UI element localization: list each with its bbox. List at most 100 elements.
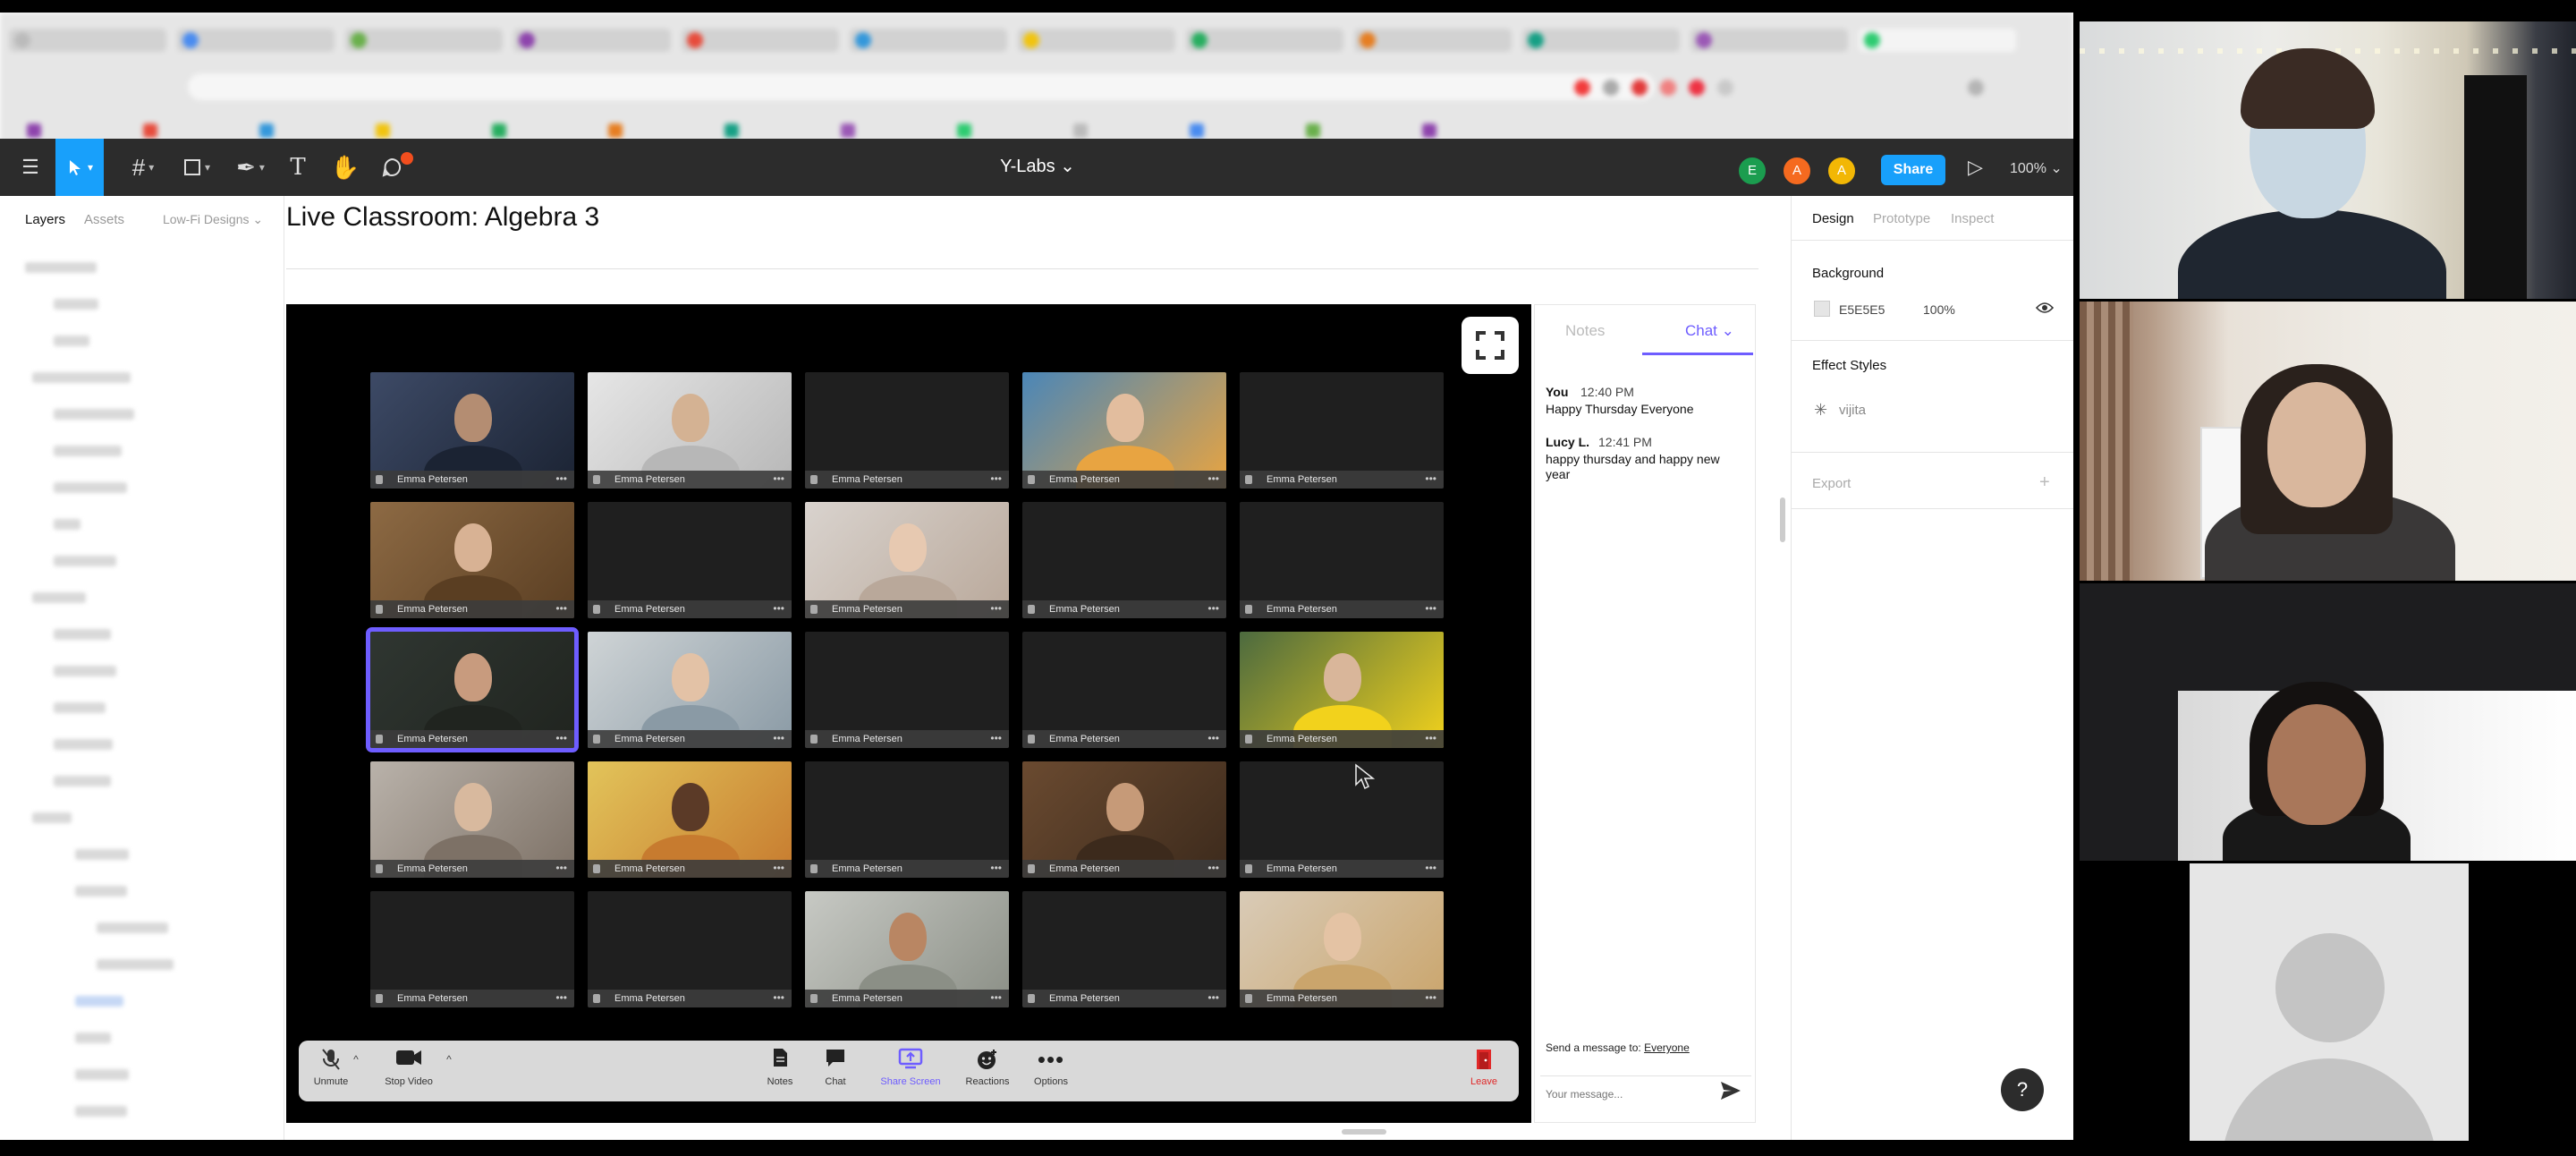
layer-row[interactable] bbox=[32, 812, 72, 823]
layer-row[interactable] bbox=[25, 262, 97, 273]
browser-tab[interactable] bbox=[1186, 29, 1343, 52]
tile-options-icon[interactable]: ••• bbox=[990, 472, 1002, 485]
collaborator-avatar[interactable]: E bbox=[1737, 156, 1767, 186]
tab-design[interactable]: Design bbox=[1812, 211, 1854, 226]
canvas-scrollbar[interactable] bbox=[1780, 497, 1785, 542]
tile-options-icon[interactable]: ••• bbox=[990, 991, 1002, 1004]
tile-options-icon[interactable]: ••• bbox=[1208, 991, 1219, 1004]
move-tool-icon[interactable]: ▾ bbox=[55, 139, 104, 196]
collaborator-avatar[interactable]: A bbox=[1826, 156, 1857, 186]
participant-tile[interactable]: Emma Petersen ••• bbox=[370, 502, 574, 618]
tile-options-icon[interactable]: ••• bbox=[773, 991, 784, 1004]
tab-chat[interactable]: Chat ⌄ bbox=[1685, 322, 1734, 340]
layer-row[interactable] bbox=[54, 409, 134, 420]
tile-options-icon[interactable]: ••• bbox=[555, 472, 567, 485]
participant-tile[interactable]: Emma Petersen ••• bbox=[1240, 891, 1444, 1007]
layer-row[interactable] bbox=[54, 739, 113, 750]
extension-icon[interactable] bbox=[1574, 80, 1590, 96]
browser-tab[interactable] bbox=[513, 29, 671, 52]
layer-row[interactable] bbox=[32, 372, 131, 383]
tab-assets[interactable]: Assets bbox=[84, 212, 124, 227]
layer-row[interactable] bbox=[97, 959, 174, 970]
notes-button[interactable]: Notes bbox=[758, 1041, 801, 1101]
background-opacity-value[interactable]: 100% bbox=[1923, 302, 1955, 317]
send-to-selector[interactable]: Send a message to: Everyone bbox=[1546, 1041, 1690, 1054]
tile-options-icon[interactable]: ••• bbox=[1425, 732, 1436, 744]
tile-options-icon[interactable]: ••• bbox=[1208, 732, 1219, 744]
extension-icon[interactable] bbox=[1689, 80, 1705, 96]
audio-options-caret[interactable]: ^ bbox=[349, 1053, 363, 1071]
main-menu-icon[interactable]: ☰ bbox=[13, 139, 48, 196]
tile-options-icon[interactable]: ••• bbox=[990, 862, 1002, 874]
layer-row[interactable] bbox=[54, 482, 127, 493]
reactions-button[interactable]: Reactions bbox=[961, 1041, 1014, 1101]
bookmark-item[interactable] bbox=[1306, 123, 1327, 139]
bookmark-item[interactable] bbox=[1422, 123, 1444, 139]
chat-button[interactable]: Chat bbox=[814, 1041, 857, 1101]
browser-tab[interactable] bbox=[177, 29, 335, 52]
unmute-button[interactable]: Unmute bbox=[308, 1041, 354, 1101]
bookmark-item[interactable] bbox=[376, 123, 397, 139]
participant-tile[interactable]: Emma Petersen ••• bbox=[370, 891, 574, 1007]
bookmark-item[interactable] bbox=[1190, 123, 1211, 139]
layer-row[interactable] bbox=[54, 336, 89, 346]
tile-options-icon[interactable]: ••• bbox=[773, 602, 784, 615]
layer-row[interactable] bbox=[75, 996, 123, 1007]
browser-tab[interactable] bbox=[1859, 29, 2016, 52]
tile-options-icon[interactable]: ••• bbox=[1425, 991, 1436, 1004]
share-screen-button[interactable]: Share Screen bbox=[875, 1041, 946, 1101]
present-play-icon[interactable]: ▷ bbox=[1968, 156, 1983, 179]
tab-inspect[interactable]: Inspect bbox=[1951, 211, 1994, 226]
background-color-swatch[interactable] bbox=[1814, 301, 1830, 317]
extension-icon[interactable] bbox=[1660, 80, 1676, 96]
extension-icon[interactable] bbox=[1603, 80, 1619, 96]
background-hex-value[interactable]: E5E5E5 bbox=[1839, 302, 1885, 317]
file-title[interactable]: Y-Labs ⌄ bbox=[939, 155, 1136, 177]
layer-row[interactable] bbox=[54, 556, 116, 566]
bookmark-item[interactable] bbox=[608, 123, 630, 139]
browser-tab[interactable] bbox=[345, 29, 503, 52]
participant-tile[interactable]: Emma Petersen ••• bbox=[805, 891, 1009, 1007]
tile-options-icon[interactable]: ••• bbox=[555, 991, 567, 1004]
zoom-level[interactable]: 100% ⌄ bbox=[2010, 159, 2063, 177]
send-icon[interactable] bbox=[1719, 1079, 1744, 1104]
recipient-everyone[interactable]: Everyone bbox=[1644, 1041, 1690, 1054]
tile-options-icon[interactable]: ••• bbox=[1425, 862, 1436, 874]
layer-row[interactable] bbox=[54, 666, 116, 676]
browser-tab[interactable] bbox=[682, 29, 839, 52]
options-button[interactable]: ••• Options bbox=[1027, 1041, 1075, 1101]
participant-tile[interactable]: Emma Petersen ••• bbox=[588, 632, 792, 748]
tab-layers[interactable]: Layers bbox=[25, 212, 65, 227]
participant-tile[interactable]: Emma Petersen ••• bbox=[805, 632, 1009, 748]
participant-tile[interactable]: Emma Petersen ••• bbox=[1022, 891, 1226, 1007]
bookmark-item[interactable] bbox=[143, 123, 165, 139]
layer-row[interactable] bbox=[75, 1069, 129, 1080]
add-export-button[interactable]: + bbox=[2039, 472, 2050, 493]
participant-tile[interactable]: Emma Petersen ••• bbox=[588, 891, 792, 1007]
tab-notes[interactable]: Notes bbox=[1565, 322, 1605, 340]
tile-options-icon[interactable]: ••• bbox=[1425, 602, 1436, 615]
layer-row[interactable] bbox=[54, 629, 111, 640]
bookmark-item[interactable] bbox=[724, 123, 746, 139]
layer-row[interactable] bbox=[75, 886, 127, 897]
collaborator-avatar[interactable]: A bbox=[1782, 156, 1812, 186]
bookmark-item[interactable] bbox=[1073, 123, 1095, 139]
profile-avatar-icon[interactable] bbox=[1968, 80, 1984, 96]
participant-tile[interactable]: Emma Petersen ••• bbox=[1240, 502, 1444, 618]
bookmark-item[interactable] bbox=[841, 123, 862, 139]
stop-video-button[interactable]: Stop Video bbox=[377, 1041, 440, 1101]
tile-options-icon[interactable]: ••• bbox=[1208, 602, 1219, 615]
participant-tile[interactable]: Emma Petersen ••• bbox=[1022, 632, 1226, 748]
tile-options-icon[interactable]: ••• bbox=[555, 602, 567, 615]
extension-icon[interactable] bbox=[1717, 80, 1733, 96]
tile-options-icon[interactable]: ••• bbox=[1425, 472, 1436, 485]
participant-tile[interactable]: Emma Petersen ••• bbox=[1022, 372, 1226, 489]
extension-icon[interactable] bbox=[1631, 80, 1648, 96]
browser-tab[interactable] bbox=[1018, 29, 1175, 52]
comment-tool-icon[interactable] bbox=[376, 139, 408, 196]
text-tool-icon[interactable]: T bbox=[284, 139, 311, 196]
layer-row[interactable] bbox=[32, 592, 86, 603]
tile-options-icon[interactable]: ••• bbox=[773, 732, 784, 744]
layer-row[interactable] bbox=[54, 702, 106, 713]
participant-tile[interactable]: Emma Petersen ••• bbox=[588, 502, 792, 618]
